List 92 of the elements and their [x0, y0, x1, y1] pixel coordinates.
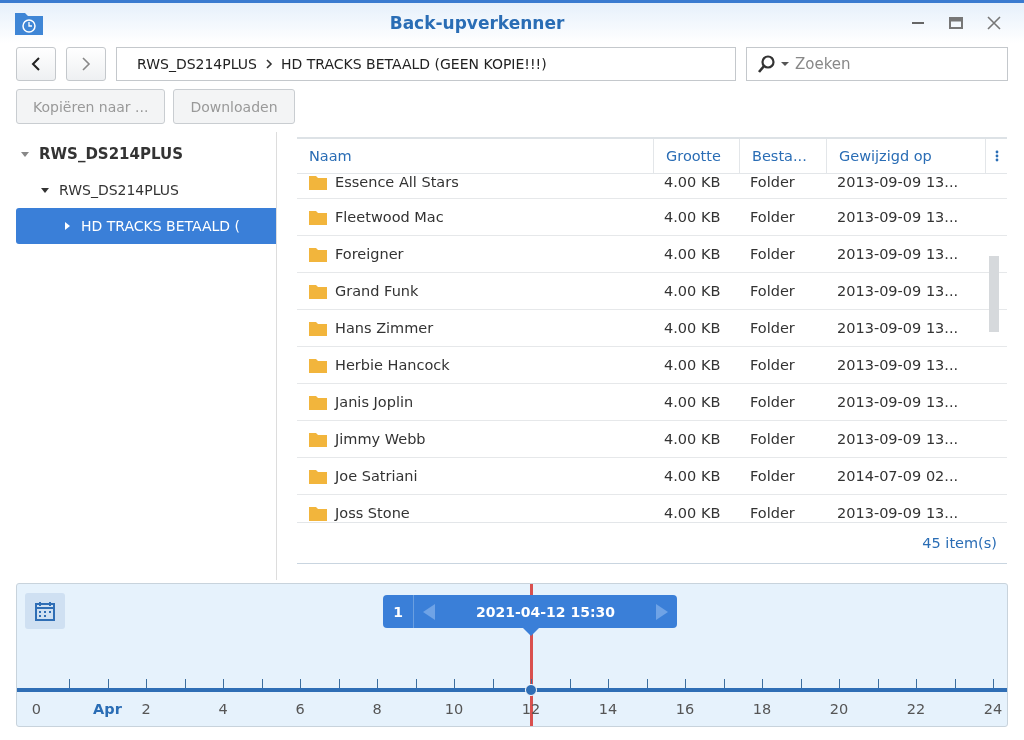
folder-icon [309, 174, 327, 190]
timeline-label: 20 [829, 701, 849, 717]
table-cell: Joe Satriani [335, 468, 418, 484]
search-icon [757, 54, 777, 74]
table-cell: Grand Funk [335, 283, 419, 299]
table-cell-text: Folder [749, 320, 796, 336]
folder-icon [309, 431, 327, 447]
column-header[interactable]: Naam [297, 139, 654, 173]
folder-icon [309, 468, 327, 484]
folder-icon [309, 246, 327, 262]
chevron-right-icon [81, 56, 91, 72]
table-cell: Janis Joplin [335, 394, 414, 410]
maximize-icon[interactable] [948, 15, 964, 31]
table-cell-text: Folder [749, 357, 796, 373]
timeline-label: 2 [141, 701, 151, 717]
folder-icon [309, 209, 327, 225]
calendar-button[interactable] [25, 593, 65, 629]
folder-icon [309, 394, 327, 410]
folder-icon [309, 320, 327, 336]
window-title: Back-upverkenner [388, 13, 566, 33]
scrollbar-thumb[interactable] [989, 256, 999, 332]
table-cell-text: 2013-09-09 13... [836, 505, 960, 521]
item-count: 45 item(s) [297, 522, 1007, 564]
path-field[interactable]: RWS_DS214PLUS HD TRACKS BETAALD (GEEN KOPIE!!!) [116, 47, 736, 81]
caret-icon[interactable] [40, 185, 50, 195]
table-cell-text: Folder [749, 468, 796, 484]
timeline-label: 14 [598, 701, 618, 717]
column-header[interactable]: Gewijzigd op [827, 139, 986, 173]
timeline-label: 4 [218, 701, 228, 717]
timeline-label: 8 [372, 701, 382, 717]
dropdown-caret-icon [781, 61, 789, 67]
table-cell-text: Folder [749, 209, 796, 225]
timeline-label: 6 [295, 701, 305, 717]
back-button[interactable] [16, 47, 56, 81]
table-cell-text: Folder [749, 505, 796, 521]
table-cell: Jimmy Webb [335, 431, 426, 447]
timeline-label: 0 [31, 701, 41, 717]
tree-item[interactable]: HD TRACKS BETAALD ( [16, 208, 276, 244]
table-cell-text: 2013-09-09 13... [836, 174, 960, 190]
table-cell: Foreigner [335, 246, 404, 262]
app-folder-clock-icon [14, 10, 44, 36]
close-icon[interactable] [986, 15, 1002, 31]
table-cell-text: Folder [749, 431, 796, 447]
table-cell-text: 4.00 KB [663, 283, 722, 299]
table-cell: Essence All Stars [335, 174, 459, 190]
table-cell-text: 2013-09-09 13... [836, 394, 960, 410]
table-cell-text: 2013-09-09 13... [836, 357, 960, 373]
table-cell-text: Folder [749, 394, 796, 410]
tree-item[interactable]: RWS_DS214PLUS [16, 172, 276, 208]
timeline-label: 24 [983, 701, 1003, 717]
timeline-label: 10 [444, 701, 464, 717]
table-cell-text: 4.00 KB [663, 209, 722, 225]
timeline-handle[interactable] [525, 684, 537, 696]
timeline-label: Apr [93, 701, 122, 717]
timeline-label: 16 [675, 701, 695, 717]
table-cell: Fleetwood Mac [335, 209, 444, 225]
table-cell: Herbie Hancock [335, 357, 450, 373]
timeline-label: 18 [752, 701, 772, 717]
column-header[interactable]: Besta... [740, 139, 827, 173]
table-cell-text: 4.00 KB [663, 174, 722, 190]
table-cell-text: 2013-09-09 13... [836, 283, 960, 299]
version-number: 1 [383, 595, 414, 628]
table-cell-text: 2013-09-09 13... [836, 320, 960, 336]
column-header[interactable]: Grootte [654, 139, 740, 173]
table-cell-text: 2013-09-09 13... [836, 246, 960, 262]
tree-item[interactable]: RWS_DS214PLUS [16, 136, 276, 172]
table-cell-text: 2013-09-09 13... [836, 431, 960, 447]
breadcrumb-item[interactable]: RWS_DS214PLUS [137, 56, 257, 72]
timeline-label: 22 [906, 701, 926, 717]
breadcrumb-item[interactable]: HD TRACKS BETAALD (GEEN KOPIE!!!) [280, 56, 547, 72]
table-cell-text: Folder [749, 283, 796, 299]
table-cell-text: 4.00 KB [663, 357, 722, 373]
folder-icon [309, 283, 327, 299]
column-menu-icon[interactable] [994, 149, 999, 163]
table-cell-text: 4.00 KB [663, 320, 722, 336]
table-cell-text: Folder [749, 174, 796, 190]
table-cell-text: 4.00 KB [663, 505, 722, 521]
table-cell-text: 2013-09-09 13... [836, 209, 960, 225]
calendar-icon [34, 600, 56, 622]
table-cell: Joss Stone [335, 505, 410, 521]
table-cell-text: 2014-07-09 02... [836, 468, 960, 484]
table-cell-text: 4.00 KB [663, 246, 722, 262]
table-cell-text: 4.00 KB [663, 394, 722, 410]
search-bar[interactable]: Zoeken [746, 47, 1008, 81]
table-cell-text: 4.00 KB [663, 468, 722, 484]
folder-icon [309, 357, 327, 373]
table-cell: Hans Zimmer [335, 320, 434, 336]
backup-datetime: 2021-04-12 15:30 [475, 603, 616, 620]
table-cell-text: 4.00 KB [663, 431, 722, 447]
table-cell-text: Folder [749, 246, 796, 262]
chevron-left-icon [31, 56, 41, 72]
folder-icon [309, 505, 327, 521]
